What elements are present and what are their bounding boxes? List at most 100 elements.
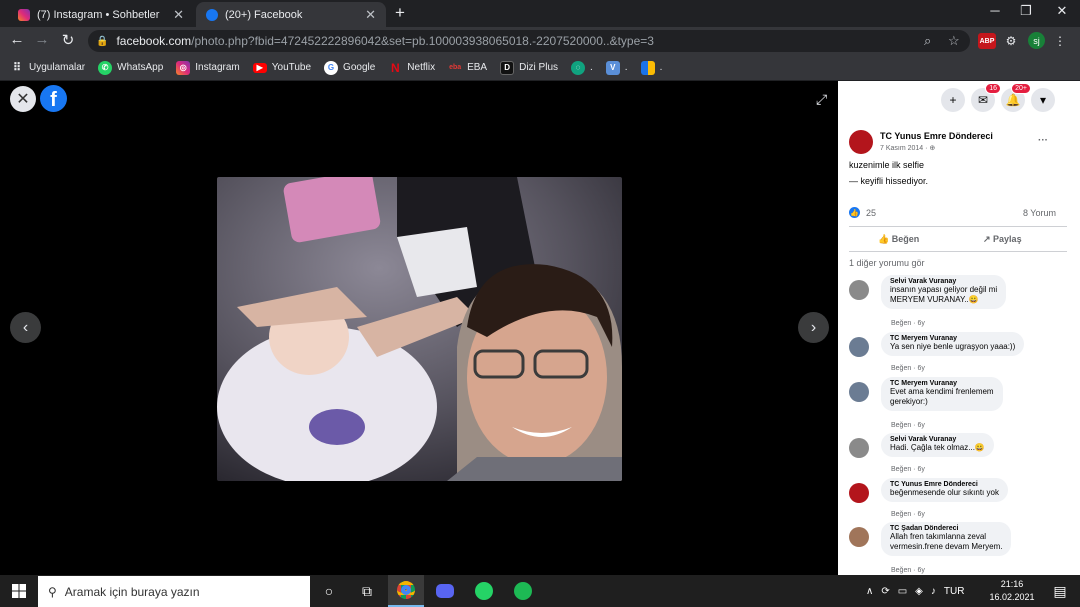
bookmark-diziplus[interactable]: D Dizi Plus [500, 60, 558, 75]
comment-actions[interactable]: Beğen · 6y [891, 365, 925, 372]
messenger-icon: ✉ [977, 93, 989, 107]
task-view-icon[interactable]: ⧉ [349, 575, 385, 607]
divider [849, 251, 1067, 252]
minimize-icon[interactable]: ─ [980, 3, 1010, 18]
photo[interactable] [217, 177, 622, 481]
language-indicator[interactable]: TUR [944, 586, 965, 597]
bookmark-instagram[interactable]: ◎ Instagram [176, 60, 240, 75]
commenter-name[interactable]: TC Şadan Döndereci [890, 525, 1002, 532]
share-button[interactable]: ↗ Paylaş [983, 234, 1022, 245]
adblock-label: ABP [979, 37, 995, 45]
like-reaction-icon[interactable]: 👍 [849, 207, 860, 218]
facebook-logo-icon[interactable]: f [40, 85, 67, 112]
tray-expand-icon[interactable]: ∧ [866, 586, 873, 597]
view-more-comments-link[interactable]: 1 diğer yorumu gör [849, 258, 925, 268]
comment-actions[interactable]: Beğen · 6y [891, 320, 925, 327]
like-count[interactable]: 25 [866, 208, 876, 218]
bookmark-apps[interactable]: ⠿ Uygulamalar [10, 61, 85, 75]
profile-avatar[interactable]: sj [1028, 32, 1045, 49]
tab-instagram[interactable]: (7) Instagram • Sohbetler ✕ [8, 2, 194, 27]
commenter-avatar[interactable] [849, 483, 869, 503]
adblock-icon[interactable]: ABP [978, 33, 996, 49]
author-name[interactable]: TC Yunus Emre Döndereci [880, 131, 993, 141]
comment-text: Hadi. Çağla tek olmaz...😀 [890, 443, 985, 452]
volume-icon[interactable]: ♪ [931, 586, 936, 597]
browser-toolbar: ← → ↻ 🔒 facebook.com/photo.php?fbid=4724… [0, 27, 1080, 55]
commenter-avatar[interactable] [849, 382, 869, 402]
spotify-icon[interactable] [505, 575, 541, 607]
google-icon: G [324, 60, 339, 75]
comment-actions[interactable]: Beğen · 6y [891, 511, 925, 518]
bookmark-chatgpt[interactable]: ◌. [571, 60, 593, 75]
like-button[interactable]: 👍 Beğen [878, 234, 919, 245]
commenter-avatar[interactable] [849, 280, 869, 300]
bookmark-youtube[interactable]: ▶ YouTube [252, 62, 311, 73]
chrome-icon[interactable] [388, 575, 424, 607]
commenter-name[interactable]: TC Meryem Vuranay [890, 380, 994, 387]
restore-icon[interactable]: ❐ [1011, 3, 1041, 19]
window-close-icon[interactable]: ✕ [1047, 3, 1077, 19]
clock-time: 21:16 [1000, 579, 1024, 589]
bookmark-google[interactable]: G Google [324, 60, 376, 75]
sync-icon[interactable]: ⟳ [881, 586, 889, 597]
commenter-name[interactable]: TC Meryem Vuranay [890, 335, 1015, 342]
comment-actions[interactable]: Beğen · 6y [891, 466, 925, 473]
bookmark-v[interactable]: V. [605, 60, 628, 75]
next-photo-button[interactable]: › [798, 312, 829, 343]
comment-text: insanın yapası geliyor değil mi [890, 285, 998, 294]
notifications-button[interactable]: 🔔 20+ [1001, 83, 1031, 112]
bookmark-netflix[interactable]: N Netflix [388, 61, 435, 75]
bookmark-label: Google [343, 62, 376, 73]
create-button[interactable]: + [941, 88, 965, 112]
back-icon[interactable]: ← [7, 31, 27, 48]
commenter-name[interactable]: Selvi Varak Vuranay [890, 278, 997, 285]
more-options-icon[interactable]: ··· [1038, 135, 1048, 146]
start-button[interactable] [0, 575, 38, 607]
new-tab-button[interactable]: + [395, 3, 405, 23]
taskbar-search-box[interactable]: ⚲ Aramak için buraya yazın [38, 576, 310, 607]
extensions-icon[interactable]: ⚙ [1003, 33, 1019, 49]
post-date[interactable]: 7 Kasım 2014 · ⊕ [880, 144, 935, 152]
globe-icon: ⊕ [929, 145, 936, 152]
account-menu-button[interactable]: ▾ [1031, 88, 1055, 112]
tab-facebook[interactable]: (20+) Facebook ✕ [196, 2, 386, 27]
reload-icon[interactable]: ↻ [58, 31, 78, 49]
bookmark-folder[interactable]: . [640, 60, 662, 75]
network-icon[interactable]: ◈ [915, 586, 923, 597]
bookmark-label: Instagram [195, 62, 240, 73]
commenter-avatar[interactable] [849, 337, 869, 357]
notification-center-icon[interactable]: ▤ [1042, 575, 1078, 607]
fullscreen-icon[interactable]: ⤢ [816, 91, 827, 108]
discord-icon[interactable] [427, 575, 463, 607]
previous-photo-button[interactable]: ‹ [10, 312, 41, 343]
address-bar[interactable]: 🔒 facebook.com/photo.php?fbid=4724522228… [88, 30, 970, 52]
windows-taskbar: ⚲ Aramak için buraya yazın ○ ⧉ ∧ ⟳ ▭ ◈ ♪ … [0, 575, 1080, 607]
whatsapp-icon[interactable] [466, 575, 502, 607]
close-viewer-button[interactable]: ✕ [10, 86, 36, 112]
close-tab-icon[interactable]: ✕ [365, 7, 376, 23]
thumbs-up-icon: 👍 [878, 234, 892, 244]
bookmark-eba[interactable]: eba EBA [448, 61, 487, 75]
forward-icon[interactable]: → [32, 31, 52, 48]
zoom-icon[interactable]: ⌕ [924, 33, 931, 49]
commenter-avatar[interactable] [849, 527, 869, 547]
cortana-icon[interactable]: ○ [311, 575, 347, 607]
commenter-avatar[interactable] [849, 438, 869, 458]
bookmark-star-icon[interactable]: ☆ [948, 33, 960, 49]
menu-dots-icon[interactable]: ⋮ [1054, 33, 1066, 49]
comment-count[interactable]: 8 Yorum [1023, 208, 1056, 218]
author-avatar[interactable] [849, 130, 873, 154]
comment-actions[interactable]: Beğen · 6y [891, 422, 925, 429]
messenger-button[interactable]: ✉ 16 [971, 83, 1001, 112]
battery-icon[interactable]: ▭ [898, 586, 907, 597]
bookmark-whatsapp[interactable]: ✆ WhatsApp [98, 60, 163, 75]
close-tab-icon[interactable]: ✕ [173, 7, 184, 23]
tab-strip: (7) Instagram • Sohbetler ✕ (20+) Facebo… [0, 0, 1080, 27]
facebook-icon [206, 8, 218, 21]
commenter-name[interactable]: TC Yunus Emre Döndereci [890, 481, 999, 488]
clock[interactable]: 21:16 16.02.2021 [987, 578, 1037, 604]
commenter-name[interactable]: Selvi Varak Vuranay [890, 436, 985, 443]
netflix-icon: N [390, 60, 400, 75]
comment-actions[interactable]: Beğen · 6y [891, 567, 925, 574]
comment-text: MERYEM VURANAY..😀 [890, 295, 979, 304]
